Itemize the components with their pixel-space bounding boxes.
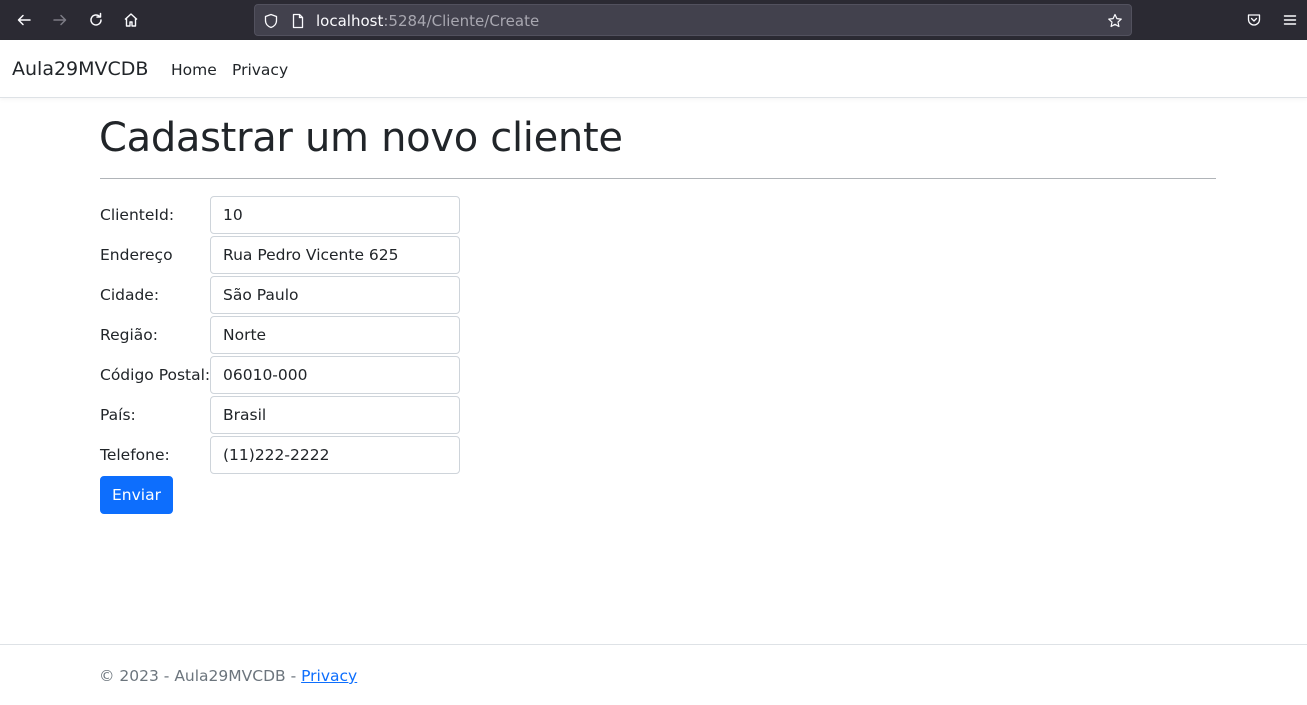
telefone-input[interactable] xyxy=(210,436,460,474)
form-row-telefone: Telefone: xyxy=(100,436,500,474)
form-row-regiao: Região: xyxy=(100,316,500,354)
title-divider xyxy=(100,178,1216,179)
url-path: :5284/Cliente/Create xyxy=(383,12,540,30)
form-row-endereco: Endereço xyxy=(100,236,500,274)
endereco-label: Endereço xyxy=(100,246,173,264)
footer-text: © 2023 - Aula29MVCDB - Privacy xyxy=(99,667,357,685)
form-row-cidade: Cidade: xyxy=(100,276,500,314)
footer-privacy-link[interactable]: Privacy xyxy=(301,667,357,685)
home-icon[interactable] xyxy=(119,8,143,32)
regiao-label: Região: xyxy=(100,326,158,344)
back-arrow-icon[interactable] xyxy=(12,8,36,32)
nav-link-home[interactable]: Home xyxy=(171,61,217,79)
page-icon[interactable] xyxy=(290,13,306,29)
clienteid-label: ClienteId: xyxy=(100,206,175,224)
forward-arrow-icon[interactable] xyxy=(48,8,72,32)
pais-input[interactable] xyxy=(210,396,460,434)
codigo-postal-input[interactable] xyxy=(210,356,460,394)
form-row-codigo-postal: Código Postal: xyxy=(100,356,500,394)
shield-icon[interactable] xyxy=(263,13,279,29)
form-row-clienteid: ClienteId: xyxy=(100,196,500,234)
url-host: localhost xyxy=(316,12,384,30)
submit-button[interactable]: Enviar xyxy=(100,476,173,514)
url-text[interactable]: localhost:5284/Cliente/Create xyxy=(316,12,539,30)
pais-label: País: xyxy=(100,406,136,424)
telefone-label: Telefone: xyxy=(100,446,170,464)
page-title: Cadastrar um novo cliente xyxy=(99,115,623,161)
clienteid-input[interactable] xyxy=(210,196,460,234)
footer: © 2023 - Aula29MVCDB - Privacy xyxy=(0,644,1307,705)
browser-toolbar: localhost:5284/Cliente/Create xyxy=(0,0,1307,40)
navbar-brand[interactable]: Aula29MVCDB xyxy=(12,58,148,80)
endereco-input[interactable] xyxy=(210,236,460,274)
cidade-input[interactable] xyxy=(210,276,460,314)
star-icon[interactable] xyxy=(1107,13,1123,29)
app-navbar: Aula29MVCDB Home Privacy xyxy=(0,40,1307,98)
menu-icon[interactable] xyxy=(1278,8,1302,32)
address-bar[interactable]: localhost:5284/Cliente/Create xyxy=(254,4,1132,36)
pocket-icon[interactable] xyxy=(1242,8,1266,32)
regiao-input[interactable] xyxy=(210,316,460,354)
form-row-pais: País: xyxy=(100,396,500,434)
cidade-label: Cidade: xyxy=(100,286,160,304)
footer-copyright: © 2023 - Aula29MVCDB - xyxy=(99,667,302,685)
codigo-postal-label: Código Postal: xyxy=(100,366,211,384)
reload-icon[interactable] xyxy=(84,8,108,32)
nav-link-privacy[interactable]: Privacy xyxy=(232,61,288,79)
